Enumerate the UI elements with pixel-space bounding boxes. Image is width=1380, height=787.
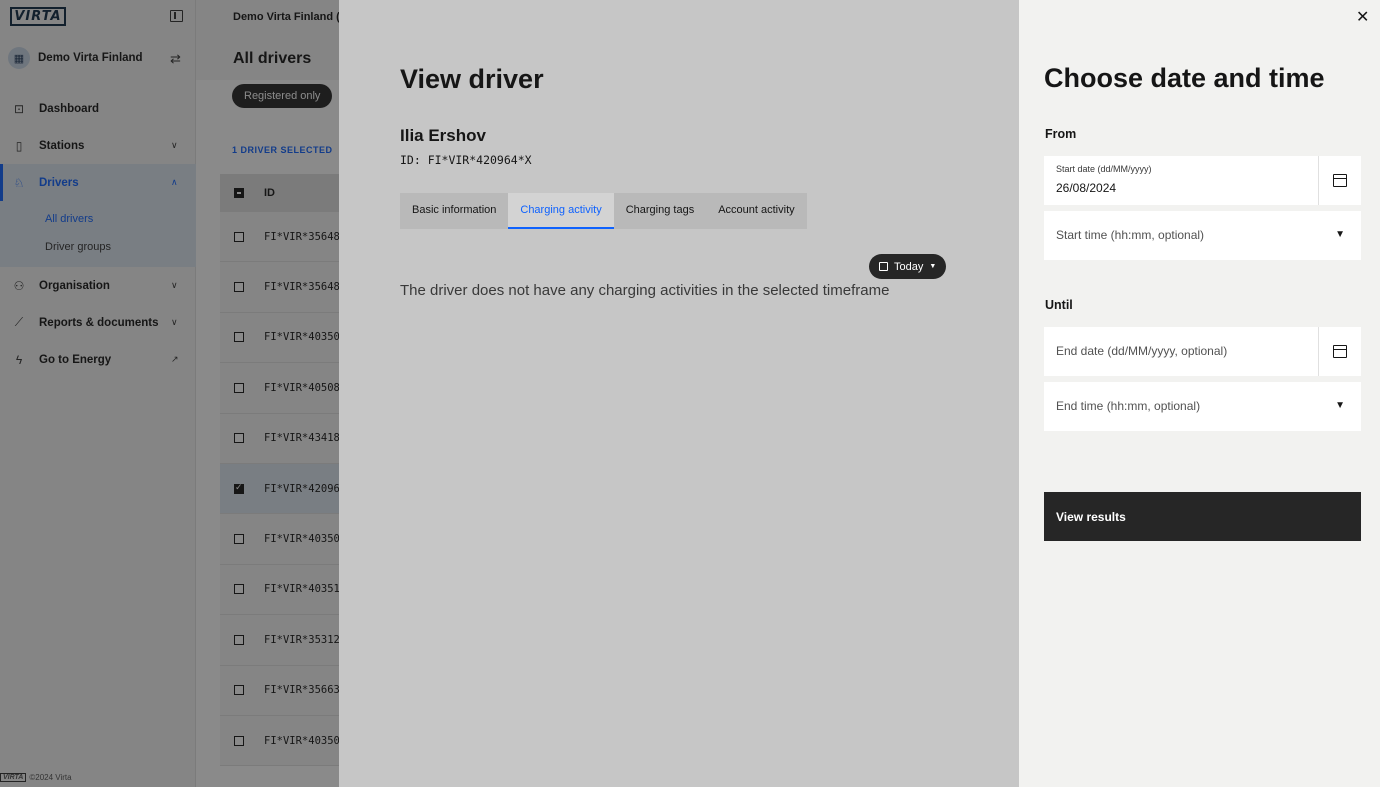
calendar-icon bbox=[879, 262, 888, 271]
tab-charging-tags[interactable]: Charging tags bbox=[614, 193, 707, 229]
start-date-field[interactable]: Start date (dd/MM/yyyy) 26/08/2024 bbox=[1044, 156, 1361, 205]
end-time-placeholder: End time (hh:mm, optional) bbox=[1056, 399, 1201, 413]
start-date-label: Start date (dd/MM/yyyy) bbox=[1056, 164, 1152, 174]
panel-title: View driver bbox=[400, 64, 544, 94]
driver-id: ID: FI*VIR*420964*X bbox=[400, 153, 532, 167]
drawer-title: Choose date and time bbox=[1044, 63, 1325, 93]
start-time-select[interactable]: Start time (hh:mm, optional) ▼ bbox=[1044, 211, 1361, 260]
date-range-label: Today bbox=[894, 260, 924, 273]
caret-down-icon: ▼ bbox=[929, 263, 937, 270]
from-label: From bbox=[1045, 127, 1077, 141]
tab-basic-information[interactable]: Basic information bbox=[400, 193, 508, 229]
end-date-calendar-button[interactable] bbox=[1318, 327, 1361, 376]
end-time-select[interactable]: End time (hh:mm, optional) ▼ bbox=[1044, 382, 1361, 431]
view-results-button[interactable]: View results bbox=[1044, 492, 1361, 541]
until-label: Until bbox=[1045, 298, 1073, 312]
calendar-icon bbox=[1333, 174, 1347, 187]
tab-account-activity[interactable]: Account activity bbox=[706, 193, 806, 229]
start-date-calendar-button[interactable] bbox=[1318, 156, 1361, 205]
tab-charging-activity[interactable]: Charging activity bbox=[508, 193, 614, 229]
caret-down-icon: ▼ bbox=[1335, 400, 1345, 411]
caret-down-icon: ▼ bbox=[1335, 229, 1345, 240]
start-date-value[interactable]: 26/08/2024 bbox=[1056, 181, 1116, 195]
driver-name: Ilia Ershov bbox=[400, 126, 486, 145]
calendar-icon bbox=[1333, 345, 1347, 358]
date-time-drawer: ✕ Choose date and time From Start date (… bbox=[1019, 0, 1380, 787]
view-driver-panel: View driver Ilia Ershov ID: FI*VIR*42096… bbox=[339, 0, 1019, 787]
empty-state-message: The driver does not have any charging ac… bbox=[400, 282, 890, 299]
driver-tabs: Basic information Charging activity Char… bbox=[400, 193, 807, 229]
date-range-button[interactable]: Today ▼ bbox=[869, 254, 947, 279]
end-date-field[interactable]: End date (dd/MM/yyyy, optional) bbox=[1044, 327, 1361, 376]
close-icon[interactable]: ✕ bbox=[1356, 7, 1369, 27]
start-time-placeholder: Start time (hh:mm, optional) bbox=[1056, 228, 1205, 242]
end-date-placeholder: End date (dd/MM/yyyy, optional) bbox=[1056, 344, 1228, 358]
